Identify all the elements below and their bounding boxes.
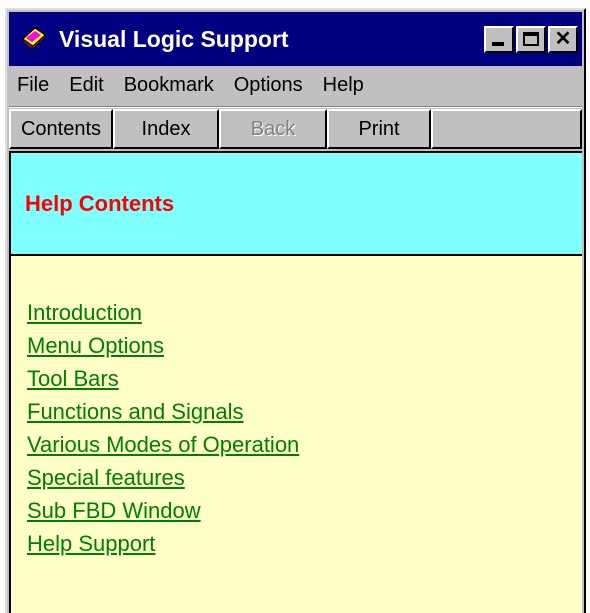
link-various-modes[interactable]: Various Modes of Operation (27, 428, 582, 461)
page-title: Help Contents (25, 190, 175, 216)
help-window: Visual Logic Support ✕ File Edit Bookmar… (5, 8, 586, 613)
minimize-button[interactable] (484, 25, 514, 53)
menu-divider (9, 106, 582, 108)
link-help-support[interactable]: Help Support (27, 527, 582, 560)
link-introduction[interactable]: Introduction (27, 296, 582, 329)
contents-button[interactable]: Contents (9, 109, 113, 149)
help-content-pane: Help Contents Introduction Menu Options … (9, 151, 582, 613)
link-special-features[interactable]: Special features (27, 461, 582, 494)
link-tool-bars[interactable]: Tool Bars (27, 362, 582, 395)
menu-bookmark[interactable]: Bookmark (114, 74, 224, 97)
menu-edit[interactable]: Edit (59, 74, 113, 97)
index-button[interactable]: Index (113, 109, 219, 149)
link-menu-options[interactable]: Menu Options (27, 329, 582, 362)
menu-options[interactable]: Options (224, 74, 313, 97)
menu-bar: File Edit Bookmark Options Help (9, 67, 582, 103)
book-icon[interactable] (19, 24, 49, 54)
close-button[interactable]: ✕ (548, 25, 578, 53)
maximize-icon (523, 32, 539, 46)
maximize-button[interactable] (516, 25, 546, 53)
title-bar[interactable]: Visual Logic Support ✕ (9, 12, 582, 66)
toolbar-filler (431, 109, 582, 149)
menu-help[interactable]: Help (313, 74, 374, 97)
menu-file[interactable]: File (9, 74, 59, 97)
link-functions-and-signals[interactable]: Functions and Signals (27, 395, 582, 428)
back-button[interactable]: Back (219, 109, 327, 149)
window-title: Visual Logic Support (59, 25, 289, 52)
link-sub-fbd-window[interactable]: Sub FBD Window (27, 494, 582, 527)
close-icon: ✕ (554, 28, 572, 50)
print-button[interactable]: Print (327, 109, 431, 149)
topic-header: Help Contents (11, 153, 582, 256)
toolbar: Contents Index Back Print (9, 109, 582, 149)
topic-link-list: Introduction Menu Options Tool Bars Func… (11, 256, 582, 560)
minimize-icon (492, 41, 504, 46)
